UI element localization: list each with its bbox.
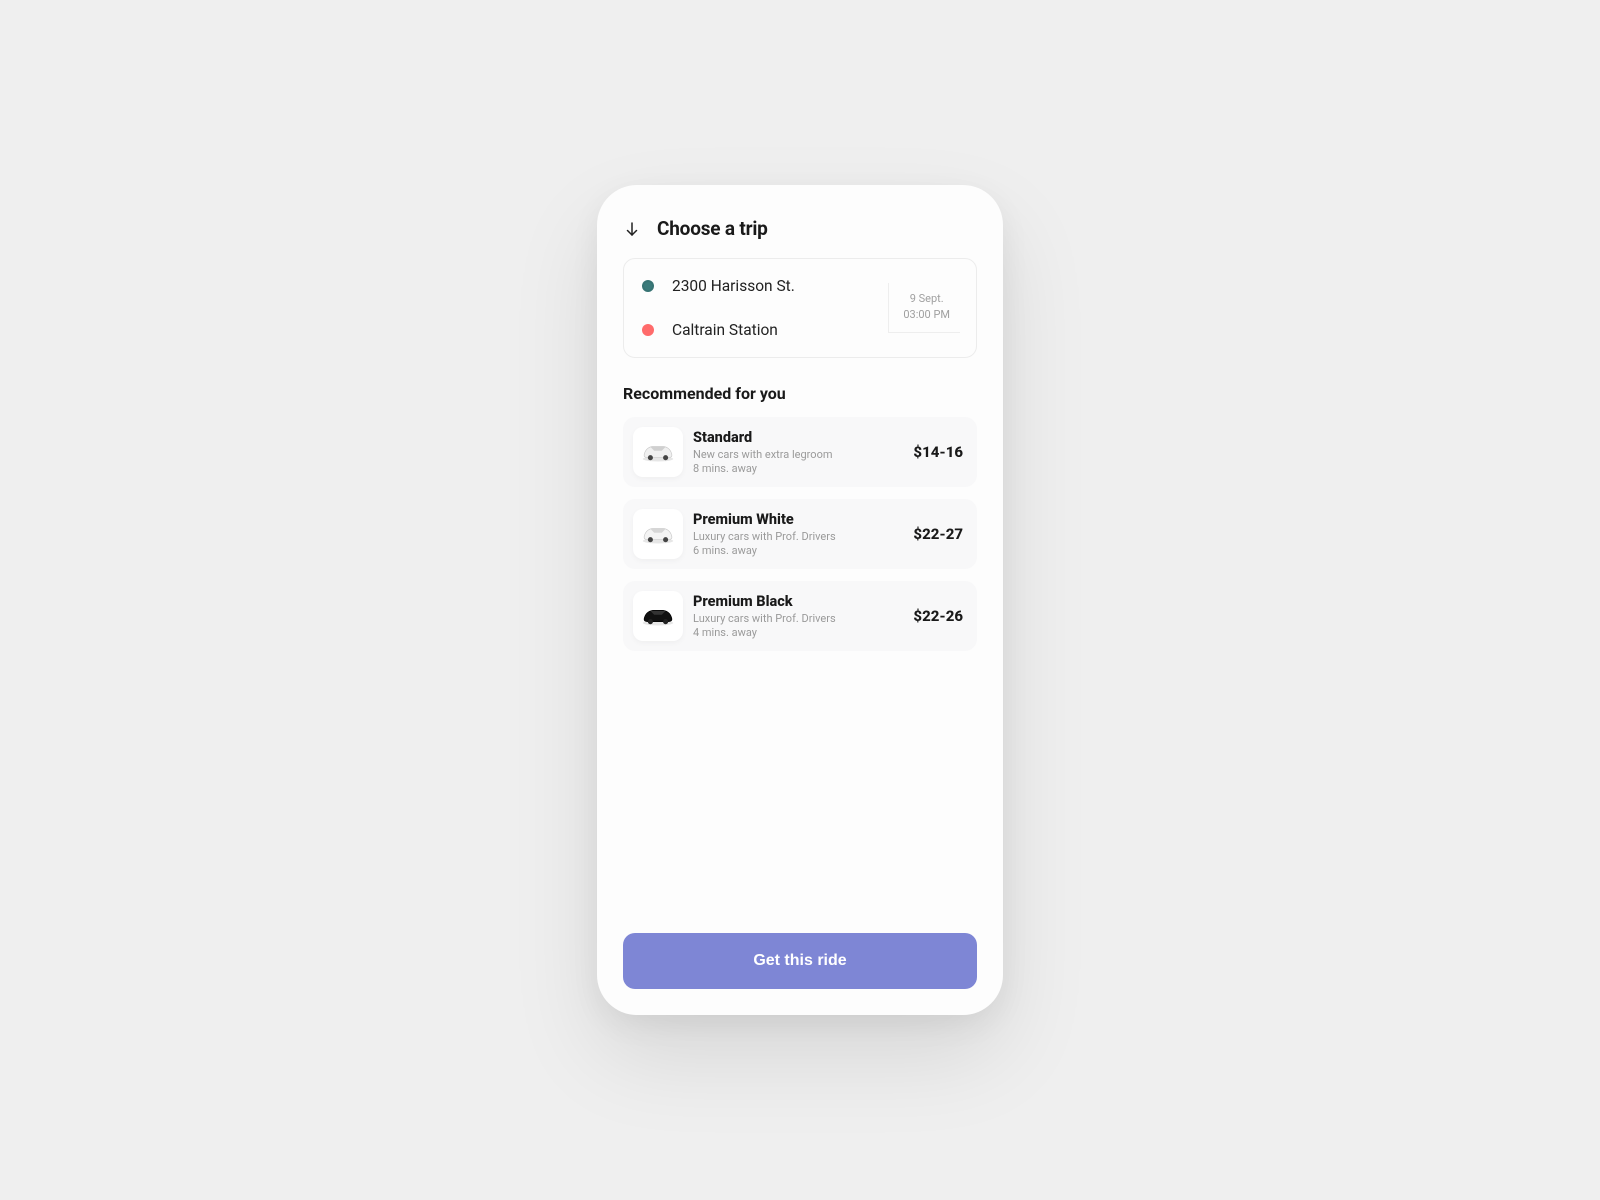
header: Choose a trip xyxy=(623,217,977,240)
ride-option-price: $14-16 xyxy=(913,443,963,461)
destination-dot-icon xyxy=(642,324,654,336)
pickup-row: 2300 Harisson St. xyxy=(642,277,795,295)
page-title: Choose a trip xyxy=(657,217,768,240)
ride-option-eta: 8 mins. away xyxy=(693,462,903,475)
car-icon xyxy=(633,427,683,477)
ride-option-name: Standard xyxy=(693,429,903,446)
ride-option[interactable]: Premium Black Luxury cars with Prof. Dri… xyxy=(623,581,977,651)
destination-row: Caltrain Station xyxy=(642,321,795,339)
destination-text: Caltrain Station xyxy=(672,321,778,339)
ride-option-info: Premium Black Luxury cars with Prof. Dri… xyxy=(693,593,903,639)
ride-option-info: Standard New cars with extra legroom 8 m… xyxy=(693,429,903,475)
ride-option-price: $22-26 xyxy=(913,607,963,625)
trip-locations: 2300 Harisson St. Caltrain Station xyxy=(642,277,795,339)
ride-option[interactable]: Standard New cars with extra legroom 8 m… xyxy=(623,417,977,487)
ride-option-eta: 6 mins. away xyxy=(693,544,903,557)
trip-summary-card[interactable]: 2300 Harisson St. Caltrain Station 9 Sep… xyxy=(623,258,977,358)
recommended-heading: Recommended for you xyxy=(623,384,977,403)
pickup-dot-icon xyxy=(642,280,654,292)
phone-frame: Choose a trip 2300 Harisson St. Caltrain… xyxy=(597,185,1003,1015)
trip-time: 03:00 PM xyxy=(903,307,950,323)
ride-option-info: Premium White Luxury cars with Prof. Dri… xyxy=(693,511,903,557)
car-icon xyxy=(633,591,683,641)
arrow-down-icon[interactable] xyxy=(623,220,641,238)
ride-option-desc: Luxury cars with Prof. Drivers xyxy=(693,612,903,625)
ride-option[interactable]: Premium White Luxury cars with Prof. Dri… xyxy=(623,499,977,569)
ride-option-name: Premium Black xyxy=(693,593,903,610)
get-ride-button[interactable]: Get this ride xyxy=(623,933,977,989)
pickup-text: 2300 Harisson St. xyxy=(672,277,795,295)
ride-option-desc: New cars with extra legroom xyxy=(693,448,903,461)
trip-datetime: 9 Sept. 03:00 PM xyxy=(888,283,960,334)
ride-option-name: Premium White xyxy=(693,511,903,528)
trip-date: 9 Sept. xyxy=(903,291,950,307)
car-icon xyxy=(633,509,683,559)
ride-option-eta: 4 mins. away xyxy=(693,626,903,639)
ride-option-price: $22-27 xyxy=(913,525,963,543)
ride-option-desc: Luxury cars with Prof. Drivers xyxy=(693,530,903,543)
ride-options-list: Standard New cars with extra legroom 8 m… xyxy=(623,417,977,651)
